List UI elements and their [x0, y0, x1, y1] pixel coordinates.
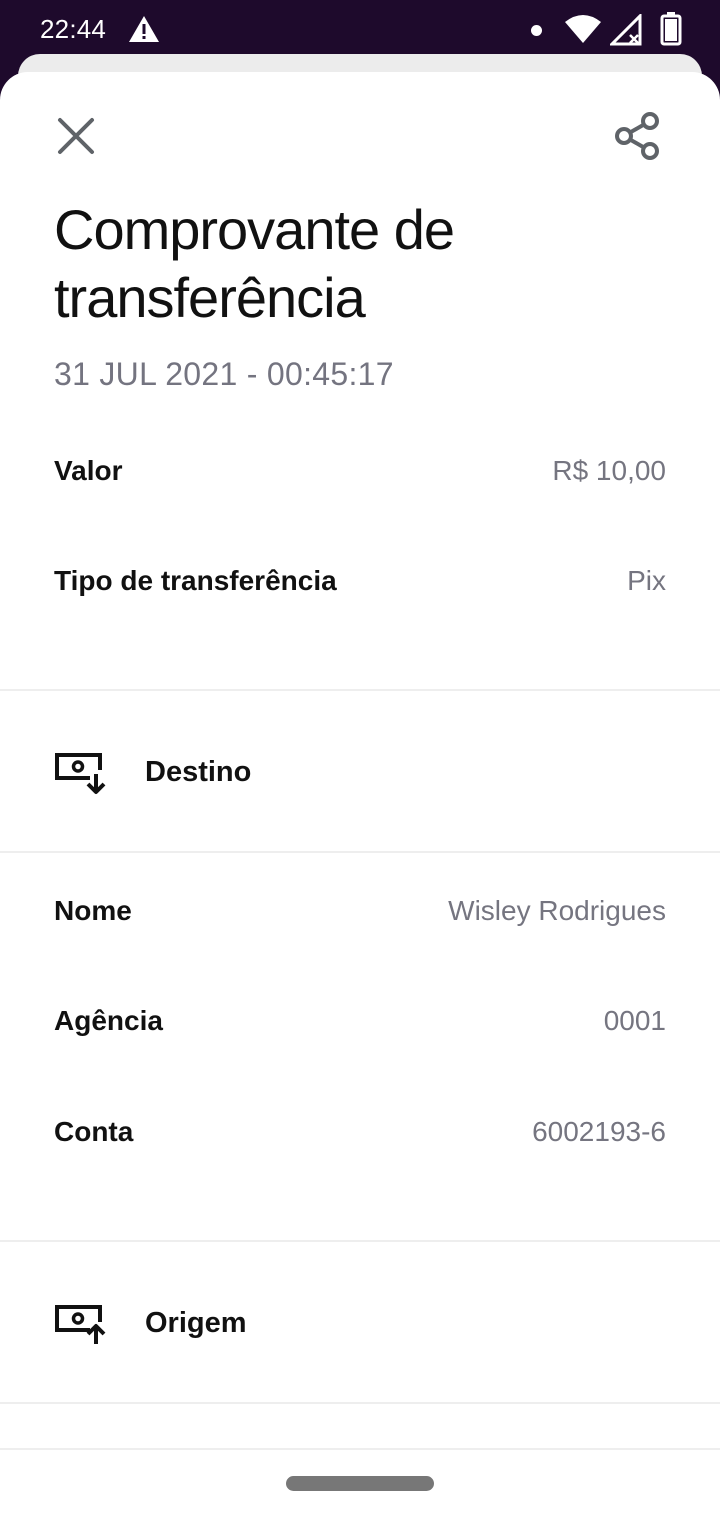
row-value: Pix [627, 565, 666, 596]
row-label: Conta [54, 1116, 134, 1147]
row-value: 0001 [603, 1005, 666, 1036]
page-title: Comprovante de transferência [54, 196, 674, 332]
destination-row-nome: Nome Wisley Rodrigues [54, 889, 666, 933]
transfer-datetime: 31 JUL 2021 - 00:45:17 [54, 356, 394, 392]
divider [0, 689, 720, 691]
money-receive-icon [55, 753, 106, 794]
status-time: 22:44 [40, 14, 107, 44]
row-value: 6002193-6 [532, 1116, 666, 1147]
status-bar: 22:44 [0, 0, 720, 62]
share-icon[interactable] [612, 110, 664, 162]
divider [0, 851, 720, 853]
row-value: Wisley Rodrigues [448, 895, 666, 926]
divider [0, 1240, 720, 1242]
battery-icon [660, 12, 682, 46]
row-label: Valor [54, 455, 123, 486]
page-title-line2: transferência [54, 266, 366, 329]
money-send-icon [55, 1305, 106, 1344]
page-title-line1: Comprovante de [54, 198, 455, 261]
row-label: Tipo de transferência [54, 565, 337, 596]
summary-row-valor: Valor R$ 10,00 [54, 449, 666, 493]
destination-row-agencia: Agência 0001 [54, 999, 666, 1043]
summary-row-tipo: Tipo de transferência Pix [54, 559, 666, 603]
row-label: Nome [54, 895, 132, 926]
section-title-origem: Origem [145, 1307, 247, 1339]
section-title-destino: Destino [145, 756, 252, 788]
warning-icon [129, 16, 159, 42]
row-label: Agência [54, 1005, 163, 1036]
close-icon[interactable] [52, 112, 100, 160]
row-value: R$ 10,00 [552, 455, 666, 486]
home-gesture-handle[interactable] [286, 1476, 434, 1491]
destination-row-conta: Conta 6002193-6 [54, 1110, 666, 1154]
no-signal-icon [610, 14, 642, 46]
divider [0, 1402, 720, 1404]
notification-dot [531, 25, 542, 36]
wifi-icon [565, 15, 601, 43]
